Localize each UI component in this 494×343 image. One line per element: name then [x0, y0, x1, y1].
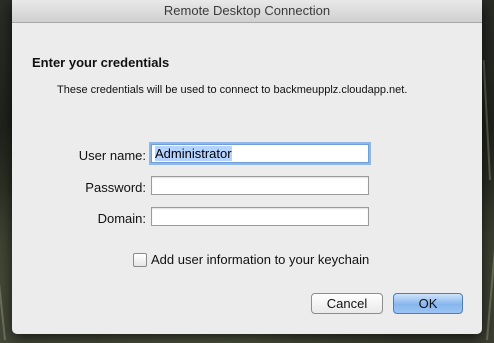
grass-blade	[0, 190, 6, 341]
domain-field[interactable]	[151, 207, 369, 226]
password-field[interactable]	[151, 176, 369, 195]
keychain-checkbox-label[interactable]: Add user information to your keychain	[151, 252, 369, 267]
dialog-description: These credentials will be used to connec…	[57, 84, 408, 96]
password-label: Password:	[85, 180, 146, 195]
cancel-button[interactable]: Cancel	[311, 293, 383, 314]
username-value: Administrator	[155, 146, 232, 161]
username-label: User name:	[78, 148, 146, 163]
username-field[interactable]: Administrator	[151, 144, 369, 163]
dialog-heading: Enter your credentials	[32, 55, 170, 70]
rdc-credentials-dialog: Remote Desktop Connection Enter your cre…	[12, 0, 482, 334]
domain-label: Domain:	[97, 211, 146, 226]
keychain-checkbox[interactable]	[133, 252, 147, 267]
ok-button[interactable]: OK	[393, 293, 463, 314]
window-title: Remote Desktop Connection	[12, 0, 482, 23]
grass-blade	[486, 160, 494, 341]
grass-blade	[482, 60, 491, 181]
keychain-option[interactable]: Add user information to your keychain	[133, 252, 369, 267]
